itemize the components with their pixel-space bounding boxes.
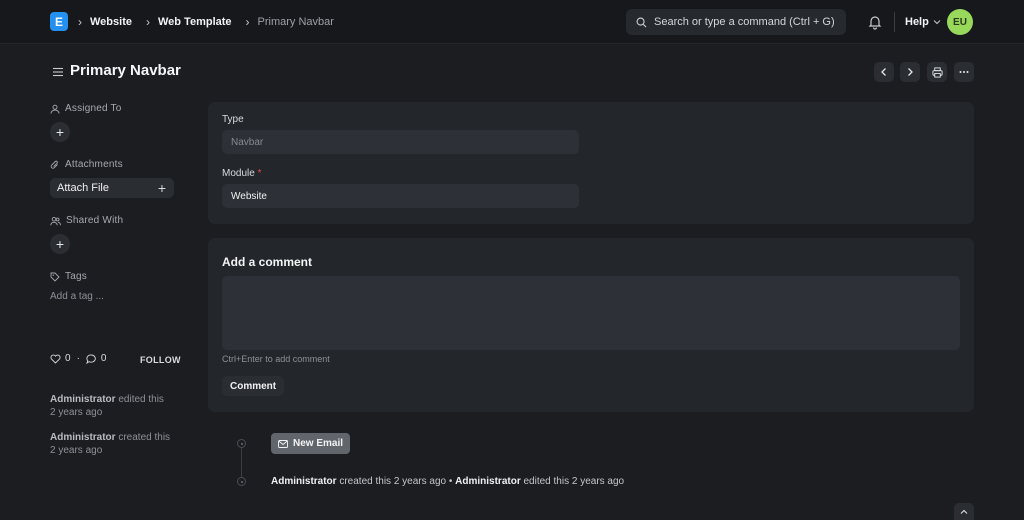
comments-count: 0 (100, 353, 107, 364)
attach-file-button[interactable]: Attach File + (50, 178, 174, 198)
form-card: Type Navbar Module * Website (208, 102, 974, 224)
attach-file-label: Attach File (57, 182, 109, 194)
chevron-right-icon: › (245, 15, 250, 29)
heart-icon[interactable] (50, 354, 61, 364)
timeline-user[interactable]: Administrator (271, 476, 337, 487)
tags-label: Tags (65, 271, 87, 282)
help-label: Help (905, 16, 929, 28)
module-field-label: Module * (222, 168, 262, 179)
activity-action: created this (118, 432, 171, 443)
type-field-label: Type (222, 114, 244, 125)
doc-stats: 0 · 0 (50, 353, 106, 364)
breadcrumb: › Website › Web Template › Primary Navba… (78, 0, 342, 44)
timeline-line (241, 443, 242, 481)
previous-doc-button[interactable] (874, 62, 894, 82)
timeline-dot (237, 477, 246, 486)
next-doc-button[interactable] (900, 62, 920, 82)
plus-icon: + (55, 124, 65, 140)
scroll-to-top-button[interactable] (954, 503, 974, 520)
comment-hint: Ctrl+Enter to add comment (222, 354, 330, 364)
required-indicator: * (257, 168, 262, 179)
follow-button[interactable]: FOLLOW (140, 355, 181, 365)
breadcrumb-web-template[interactable]: Web Template (158, 16, 232, 28)
add-tag-link[interactable]: Add a tag ... (50, 291, 104, 302)
type-field-value: Navbar (231, 136, 264, 148)
module-field[interactable]: Website (222, 184, 579, 208)
dot-separator: · (76, 353, 80, 364)
page-title: Primary Navbar (70, 62, 181, 79)
timeline-entry: Administrator created this 2 years ago •… (271, 476, 624, 487)
user-icon (50, 104, 60, 114)
search-icon (636, 17, 647, 27)
search-bar[interactable]: Search or type a command (Ctrl + G) (626, 9, 846, 35)
add-assignee-button[interactable]: + (50, 122, 70, 142)
chevron-up-icon (960, 509, 968, 514)
activity-time: 2 years ago (50, 445, 103, 456)
add-share-button[interactable]: + (50, 234, 70, 254)
help-dropdown[interactable]: Help (905, 0, 941, 44)
tag-icon (50, 272, 60, 282)
activity-user[interactable]: Administrator (50, 432, 116, 443)
assigned-to-section: Assigned To (50, 103, 122, 114)
mail-icon (278, 439, 288, 448)
activity-item: Administrator edited this 2 years ago (50, 393, 200, 419)
timeline-dot (237, 439, 246, 448)
plus-icon: + (157, 180, 166, 196)
plus-icon: + (55, 236, 65, 252)
likes-count: 0 (65, 353, 71, 364)
breadcrumb-website[interactable]: Website (90, 16, 132, 28)
comment-card: Add a comment Ctrl+Enter to add comment … (208, 238, 974, 412)
timeline-user[interactable]: Administrator (455, 476, 521, 487)
chevron-right-icon (908, 68, 913, 76)
navbar-divider (894, 12, 895, 32)
new-email-label: New Email (293, 438, 344, 449)
breadcrumb-current: Primary Navbar (257, 16, 334, 28)
chevron-right-icon: › (145, 15, 150, 29)
comment-input[interactable] (222, 276, 960, 350)
assigned-to-label: Assigned To (65, 103, 122, 114)
type-field[interactable]: Navbar (222, 130, 579, 154)
activity-action: edited this (118, 394, 164, 405)
attachments-section: Attachments (50, 159, 123, 170)
chevron-right-icon: › (78, 15, 82, 29)
shared-with-label: Shared With (66, 215, 124, 226)
attachments-label: Attachments (65, 159, 123, 170)
timeline-action: edited this 2 years ago (523, 476, 625, 487)
tags-section: Tags (50, 271, 87, 282)
shared-with-section: Shared With (50, 215, 123, 226)
users-icon (50, 216, 61, 225)
print-button[interactable] (927, 62, 947, 82)
sidebar-toggle-icon[interactable] (52, 66, 64, 78)
printer-icon (931, 66, 943, 78)
chevron-down-icon (933, 20, 941, 25)
module-field-value: Website (231, 190, 267, 202)
activity-time: 2 years ago (50, 407, 103, 418)
new-email-button[interactable]: New Email (271, 433, 351, 454)
activity-user[interactable]: Administrator (50, 394, 116, 405)
search-placeholder: Search or type a command (Ctrl + G) (654, 16, 835, 28)
comment-button[interactable]: Comment (222, 376, 285, 396)
more-actions-button[interactable] (954, 62, 974, 82)
more-horizontal-icon (959, 71, 969, 73)
timeline-separator: • (448, 476, 453, 487)
app-logo-icon[interactable]: E (50, 12, 68, 31)
chevron-left-icon (881, 68, 886, 76)
comment-title: Add a comment (222, 255, 313, 269)
activity-item: Administrator created this 2 years ago (50, 431, 200, 457)
comment-icon[interactable] (86, 354, 97, 364)
timeline-action: created this 2 years ago (339, 476, 447, 487)
bell-icon[interactable] (866, 13, 884, 31)
top-navbar: E › Website › Web Template › Primary Nav… (0, 0, 1024, 44)
user-avatar[interactable]: EU (947, 9, 973, 35)
paperclip-icon (50, 160, 58, 169)
